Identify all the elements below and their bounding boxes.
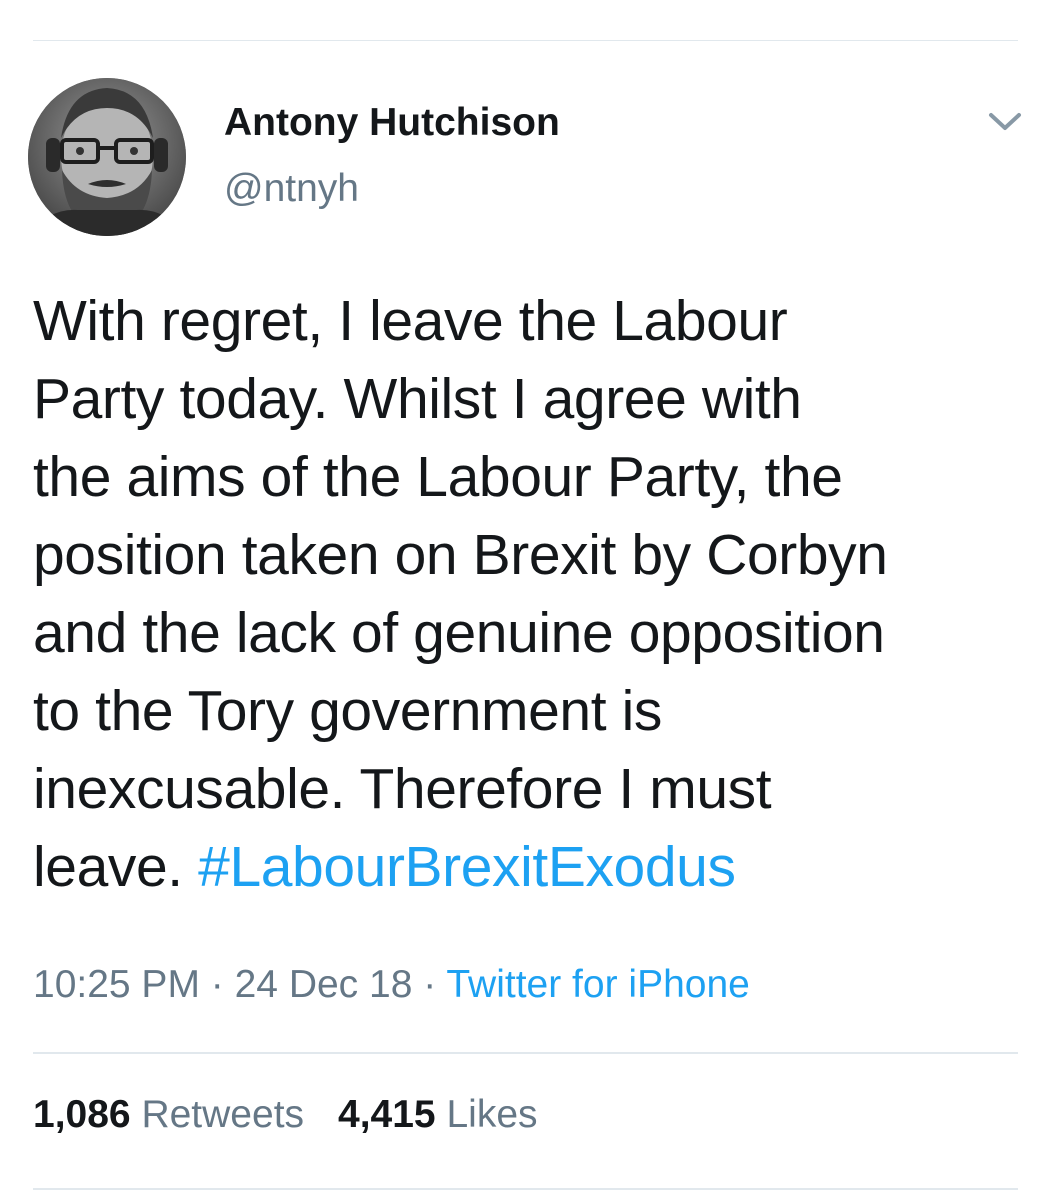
tweet-stats: 1,086 Retweets 4,415 Likes [33,1090,538,1140]
bottom-divider [33,1188,1018,1190]
tweet-last-line: leave. #LabourBrexitExodus [33,828,1023,906]
top-divider [33,40,1018,41]
author-name[interactable]: Antony Hutchison [224,100,560,146]
likes-label: Likes [446,1093,538,1136]
tweet-line: the aims of the Labour Party, the [33,445,843,509]
tweet-line: to the Tory government is [33,679,662,743]
avatar[interactable] [28,78,186,236]
tweet-meta: 10:25 PM · 24 Dec 18 · Twitter for iPhon… [33,960,750,1010]
retweets-count: 1,086 [33,1093,131,1136]
tweet-text: With regret, I leave the Labour Party to… [33,282,1023,906]
stats-divider [33,1052,1018,1054]
tweet-line: inexcusable. Therefore I must [33,757,772,821]
tweet-line: With regret, I leave the Labour [33,289,788,353]
tweet-date[interactable]: 24 Dec 18 [235,963,413,1006]
hashtag-link[interactable]: #LabourBrexitExodus [198,835,736,899]
author-handle[interactable]: @ntnyh [224,166,359,212]
likes-count: 4,415 [338,1093,436,1136]
retweets-label: Retweets [141,1093,305,1136]
retweets-stat[interactable]: 1,086 Retweets [33,1093,304,1136]
avatar-image [28,78,186,236]
likes-stat[interactable]: 4,415 Likes [338,1093,538,1136]
tweet-line: position taken on Brexit by Corbyn [33,523,888,587]
tweet-line: and the lack of genuine opposition [33,601,885,665]
tweet-detail: Antony Hutchison @ntnyh With regret, I l… [0,0,1043,1200]
meta-separator: · [412,963,447,1006]
tweet-line: Party today. Whilst I agree with [33,367,802,431]
tweet-source-link[interactable]: Twitter for iPhone [446,963,749,1006]
meta-separator: · [199,963,235,1006]
tweet-line-text: leave. [33,835,199,899]
tweet-time[interactable]: 10:25 PM [33,963,200,1006]
chevron-down-icon[interactable] [985,106,1025,136]
